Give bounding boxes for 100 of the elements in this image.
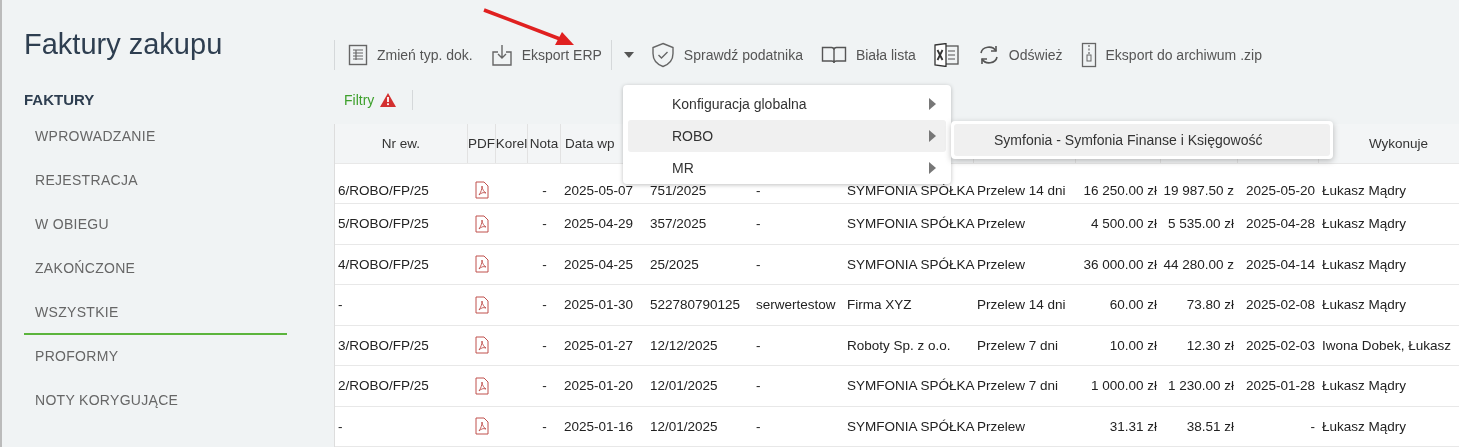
column-header[interactable]: Wykonuje [1368, 135, 1429, 151]
menu-item[interactable]: ROBO [628, 120, 946, 152]
toolbar-button[interactable]: Sprawdź podatnika [641, 42, 812, 69]
table-cell: - [542, 337, 547, 353]
column-header[interactable]: Data wp [565, 135, 615, 151]
pdf-icon[interactable] [475, 255, 489, 274]
nav-item[interactable]: NOTY KORYGUJĄCE [24, 379, 287, 423]
table-cell: - [756, 378, 761, 394]
menu-item[interactable]: Symfonia - Symfonia Finanse i Księgowość [954, 124, 1330, 156]
table-cell: Przelew [977, 256, 1025, 272]
toolbar-button[interactable]: Eksport ERP [481, 42, 611, 69]
nav-item[interactable]: WSZYSTKIE [24, 291, 287, 335]
pdf-icon[interactable] [475, 214, 489, 233]
toolbar-button[interactable]: Eksport do archiwum .zip [1071, 42, 1271, 69]
column-header[interactable]: PDF [468, 135, 495, 151]
table-cell: 12.30 zł [1186, 337, 1234, 353]
zip-file-icon [1080, 42, 1097, 69]
toolbar-button[interactable]: Biała lista [811, 42, 925, 69]
table-cell: Łukasz Mądry [1322, 378, 1407, 394]
table-cell: - [542, 297, 547, 313]
spreadsheet-icon [933, 43, 960, 68]
toolbar-button[interactable]: Zmień typ. dok. [339, 42, 482, 69]
table-cell: 36 000.00 zł [1083, 256, 1157, 272]
table-cell: - [756, 418, 761, 434]
table-cell: 1 000.00 zł [1090, 378, 1157, 394]
table-cell: 60.00 zł [1109, 297, 1157, 313]
table-cell: 2025-05-20 [1245, 182, 1315, 198]
pdf-icon[interactable] [475, 295, 489, 314]
pdf-icon[interactable] [475, 376, 489, 395]
nav-item[interactable]: W OBIEGU [24, 203, 287, 247]
table-cell: - [542, 418, 547, 434]
table-cell: 4 500.00 zł [1090, 216, 1157, 232]
menu-item[interactable]: Konfiguracja globalna [628, 88, 946, 120]
table-cell: 10.00 zł [1109, 337, 1157, 353]
table-cell: 3/ROBO/FP/25 [338, 337, 429, 353]
table-cell: 12/01/2025 [650, 378, 718, 394]
toolbar-button[interactable]: Odśwież [968, 42, 1072, 69]
table-cell: SYMFONIA SPÓŁKA [847, 256, 975, 272]
table-cell: 2025-05-07 [564, 182, 634, 198]
table-cell: Przelew [977, 418, 1025, 434]
table-cell: 2025-01-16 [564, 418, 634, 434]
submenu-arrow-icon [929, 98, 936, 110]
column-header[interactable]: Korel [496, 135, 527, 151]
table-cell: 4/ROBO/FP/25 [338, 256, 429, 272]
table-cell: SYMFONIA SPÓŁKA [847, 378, 975, 394]
nav-item[interactable]: PROFORMY [24, 335, 287, 379]
pdf-icon[interactable] [475, 336, 489, 355]
table-cell: Przelew 7 dni [977, 337, 1059, 353]
table-cell: - [756, 256, 761, 272]
table-cell: 12/12/2025 [650, 337, 718, 353]
submenu-arrow-icon [929, 130, 936, 142]
table-cell: 19 987.50 z [1163, 182, 1234, 198]
table-cell: 6/ROBO/FP/25 [338, 182, 429, 198]
table-cell: 2025-01-27 [564, 337, 634, 353]
table-cell: Łukasz Mądry [1322, 256, 1407, 272]
table-cell: 5 535.00 zł [1167, 216, 1234, 232]
nav-item[interactable]: ZAKOŃCZONE [24, 247, 287, 291]
table-cell: 357/2025 [650, 216, 707, 232]
download-icon [490, 43, 513, 68]
table-cell: 751/2025 [650, 182, 707, 198]
table-cell: 2/ROBO/FP/25 [338, 378, 429, 394]
table-cell: 2025-01-30 [564, 297, 634, 313]
table-cell: 2025-04-25 [564, 256, 634, 272]
table-cell: - [338, 297, 343, 313]
submenu-arrow-icon [929, 162, 936, 174]
table-cell: 2025-01-28 [1245, 378, 1315, 394]
section-heading: FAKTURY [24, 91, 96, 108]
table-cell: Przelew 14 dni [977, 297, 1066, 313]
table-cell: SYMFONIA SPÓŁKA [847, 182, 975, 198]
table-cell: - [756, 216, 761, 232]
table-cell: - [756, 337, 761, 353]
table-cell: Przelew [977, 216, 1025, 232]
table-cell: Firma XYZ [847, 297, 912, 313]
table-cell: 2025-04-14 [1245, 256, 1315, 272]
table-cell: 2025-02-08 [1245, 297, 1315, 313]
nav-item[interactable]: WPROWADZANIE [24, 115, 287, 159]
table-cell: SYMFONIA SPÓŁKA [847, 216, 975, 232]
menu-item[interactable]: MR [628, 152, 946, 184]
document-icon [348, 44, 368, 67]
table-cell: 2025-01-20 [564, 378, 634, 394]
page-title: Faktury zakupu [24, 28, 224, 61]
table-cell: 44 280.00 z [1163, 256, 1234, 272]
book-icon [820, 45, 847, 66]
table-cell: serwertestow [756, 297, 836, 313]
pdf-icon[interactable] [475, 417, 489, 436]
table-cell: 2025-04-28 [1245, 216, 1315, 232]
column-header[interactable]: Nota [529, 135, 559, 151]
table-cell: 73.80 zł [1186, 297, 1234, 313]
table-cell: Iwona Dobek, Łukasz [1322, 337, 1452, 353]
table-cell: - [542, 216, 547, 232]
table-cell: Roboty Sp. z o.o. [847, 337, 951, 353]
table-cell: 2025-04-29 [564, 216, 634, 232]
table-cell: - [338, 418, 343, 434]
table-cell: 522780790125 [650, 297, 741, 313]
pdf-icon[interactable] [475, 181, 489, 200]
column-header[interactable]: Nr ew. [381, 135, 421, 151]
nav-item[interactable]: REJESTRACJA [24, 159, 287, 203]
table-cell: 2025-02-03 [1245, 337, 1315, 353]
caret-icon [623, 52, 634, 59]
table-cell: 5/ROBO/FP/25 [338, 216, 429, 232]
